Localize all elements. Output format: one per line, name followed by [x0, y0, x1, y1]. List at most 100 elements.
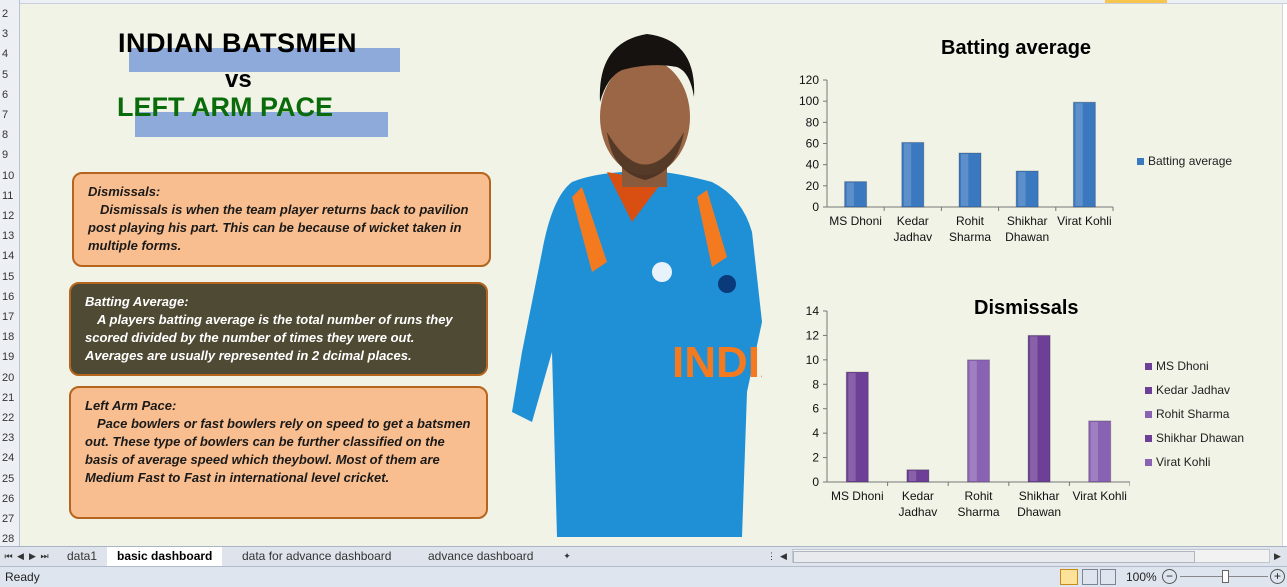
batting-average-chart[interactable]: 0 20 40 60 80 100 120 MS Dhoni Kedar Jadhav Rohit S… — [790, 70, 1130, 255]
row-number[interactable]: 10 — [0, 166, 19, 186]
x-tick-label: Sharma — [949, 230, 991, 244]
row-number[interactable]: 11 — [0, 186, 19, 206]
row-number[interactable]: 14 — [0, 246, 19, 266]
legend-item: Shikhar Dhawan — [1145, 426, 1244, 450]
row-number[interactable]: 25 — [0, 469, 19, 489]
legend-item: MS Dhoni — [1145, 354, 1244, 378]
row-number[interactable]: 22 — [0, 408, 19, 428]
tab-advance-dashboard[interactable]: advance dashboard — [418, 547, 543, 565]
y-tick-label: 14 — [806, 304, 820, 318]
status-ready: Ready — [5, 570, 40, 584]
legend-label: Rohit Sharma — [1156, 407, 1230, 421]
row-number[interactable]: 24 — [0, 448, 19, 468]
row-number[interactable]: 23 — [0, 428, 19, 448]
tab-data1[interactable]: data1 — [57, 547, 107, 565]
page-break-view-icon[interactable] — [1100, 569, 1116, 585]
row-header: 2 3 4 5 6 7 8 9 10 11 12 13 14 15 16 17 18 19 20 21 22 23 24 25… — [0, 0, 20, 546]
row-number[interactable]: 15 — [0, 267, 19, 287]
zoom-out-icon[interactable]: − — [1162, 569, 1177, 584]
y-tick-label: 120 — [799, 73, 819, 87]
selected-column-marker — [1105, 0, 1167, 3]
legend-swatch — [1145, 386, 1152, 394]
scroll-right-icon[interactable]: ▶ — [1272, 548, 1283, 564]
page-layout-view-icon[interactable] — [1082, 569, 1098, 585]
jersey-india-text: INDIA — [672, 338, 762, 387]
x-tick-label: Sharma — [957, 505, 999, 519]
x-tick-label: Virat Kohli — [1072, 489, 1126, 503]
left-arm-pace-card[interactable]: Left Arm Pace: Pace bowlers or fast bowl… — [69, 386, 488, 519]
bar-highlight — [1018, 172, 1026, 206]
bar-highlight — [1030, 336, 1038, 481]
card-title: Dismissals: — [88, 184, 161, 199]
row-number[interactable]: 5 — [0, 65, 19, 85]
row-number[interactable]: 12 — [0, 206, 19, 226]
jersey-logo — [652, 262, 672, 282]
y-tick-label: 100 — [799, 94, 819, 108]
batting-average-legend: Batting average — [1137, 149, 1232, 173]
first-sheet-icon[interactable]: ⏮ — [3, 548, 14, 564]
row-number[interactable]: 7 — [0, 105, 19, 125]
row-number[interactable]: 18 — [0, 327, 19, 347]
player-face — [600, 59, 690, 175]
y-tick-label: 6 — [812, 402, 819, 416]
x-tick-label: Rohit — [964, 489, 993, 503]
row-number[interactable]: 4 — [0, 44, 19, 64]
bar-highlight — [969, 360, 977, 481]
row-number[interactable]: 21 — [0, 388, 19, 408]
row-number[interactable]: 20 — [0, 368, 19, 388]
row-number[interactable]: 27 — [0, 509, 19, 529]
card-body: Dismissals is when the team player retur… — [88, 202, 469, 253]
x-tick-label: Kedar — [897, 214, 929, 228]
row-number[interactable]: 13 — [0, 226, 19, 246]
x-tick-label: Jadhav — [899, 505, 938, 519]
prev-sheet-icon[interactable]: ◀ — [15, 548, 26, 564]
dismissals-card[interactable]: Dismissals: Dismissals is when the team … — [72, 172, 491, 267]
horizontal-scrollbar[interactable] — [792, 549, 1270, 563]
last-sheet-icon[interactable]: ⏭ — [39, 548, 50, 564]
bar-highlight — [961, 154, 969, 206]
x-tick-label: Shikhar — [1007, 214, 1048, 228]
row-number[interactable]: 26 — [0, 489, 19, 509]
bar-highlight — [1075, 103, 1083, 206]
batting-average-chart-title: Batting average — [941, 37, 1092, 59]
row-number[interactable]: 8 — [0, 125, 19, 145]
insert-sheet-icon[interactable]: ✦ — [560, 548, 574, 564]
next-sheet-icon[interactable]: ▶ — [27, 548, 38, 564]
tab-basic-dashboard[interactable]: basic dashboard — [107, 547, 223, 567]
zoom-in-icon[interactable]: + — [1270, 569, 1285, 584]
zoom-slider-thumb[interactable] — [1222, 570, 1229, 583]
scroll-left-icon[interactable]: ◀ — [778, 548, 789, 564]
normal-view-icon[interactable] — [1060, 569, 1078, 585]
legend-swatch — [1145, 410, 1152, 418]
y-tick-label: 10 — [806, 353, 820, 367]
batting-average-card[interactable]: Batting Average: A players batting avera… — [69, 282, 488, 376]
legend-item: Virat Kohli — [1145, 450, 1244, 474]
row-number[interactable]: 9 — [0, 145, 19, 165]
jersey-badge — [718, 275, 736, 293]
row-number[interactable]: 3 — [0, 24, 19, 44]
row-number[interactable]: 17 — [0, 307, 19, 327]
x-tick-label: Jadhav — [893, 230, 932, 244]
y-tick-label: 8 — [812, 377, 819, 391]
x-tick-label: Shikhar — [1019, 489, 1060, 503]
tab-split-handle[interactable]: ⋮ — [766, 548, 777, 564]
player-photo[interactable]: INDIA — [512, 22, 762, 537]
card-title: Left Arm Pace: — [85, 398, 177, 413]
row-number[interactable]: 19 — [0, 347, 19, 367]
row-number[interactable]: 6 — [0, 85, 19, 105]
scrollbar-thumb[interactable] — [793, 551, 1195, 563]
legend-item: Rohit Sharma — [1145, 402, 1244, 426]
bar-highlight — [903, 143, 912, 206]
x-tick-label: Virat Kohli — [1057, 214, 1111, 228]
dismissals-chart[interactable]: 0 2 4 6 8 10 12 14 MS Dhoni Kedar Jadhav Rohit Sharm… — [790, 300, 1130, 525]
row-number[interactable]: 2 — [0, 4, 19, 24]
x-tick-label: Dhawan — [1017, 505, 1061, 519]
y-tick-label: 2 — [812, 451, 819, 465]
x-tick-label: Rohit — [956, 214, 985, 228]
row-number[interactable]: 16 — [0, 287, 19, 307]
tab-data-for-advance-dashboard[interactable]: data for advance dashboard — [232, 547, 401, 565]
dashboard-title-line1: INDIAN BATSMEN — [118, 28, 357, 58]
y-tick-label: 80 — [806, 115, 820, 129]
legend-label: MS Dhoni — [1156, 359, 1209, 373]
y-tick-label: 20 — [806, 179, 820, 193]
